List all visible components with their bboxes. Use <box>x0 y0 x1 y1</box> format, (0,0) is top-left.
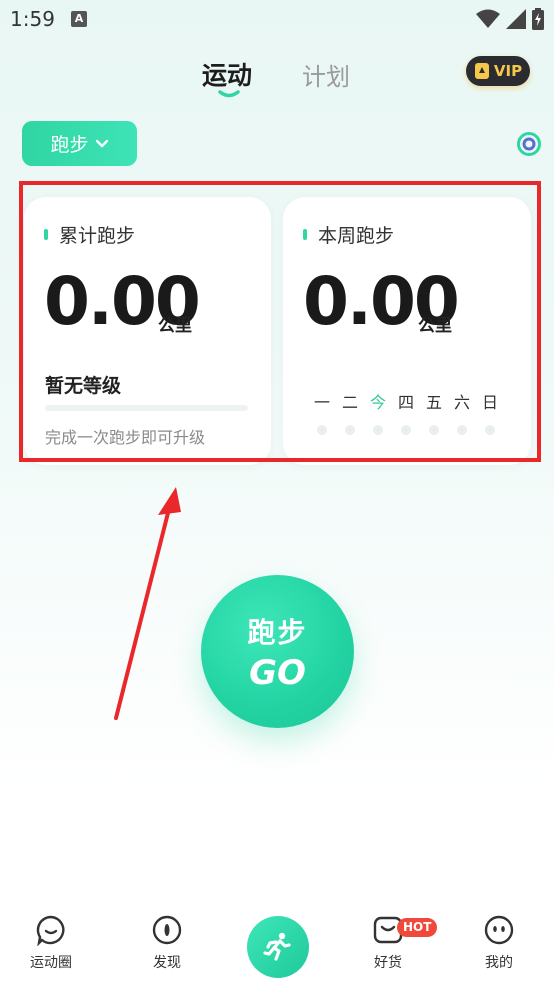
chat-bubble-icon <box>36 915 65 946</box>
sport-type-label: 跑步 <box>50 134 89 156</box>
notification-app-icon: A <box>71 11 87 27</box>
nav-item-sport-circle[interactable]: 运动圈 <box>30 914 72 972</box>
hot-badge: HOT <box>397 918 438 937</box>
highlight-frame <box>19 181 541 462</box>
status-icons <box>476 8 544 30</box>
status-bar: 1:59 A <box>0 0 554 40</box>
go-button-line1: 跑步 <box>247 615 308 649</box>
compass-icon <box>152 915 182 945</box>
signal-icon <box>506 9 526 29</box>
start-run-button[interactable]: 跑步 GO <box>201 575 354 728</box>
wifi-icon <box>476 9 500 28</box>
nav-label: 我的 <box>485 955 513 971</box>
battery-icon <box>532 8 544 30</box>
vip-crown-icon <box>474 63 489 79</box>
vip-button[interactable]: VIP <box>466 56 530 86</box>
nav-label: 运动圈 <box>30 955 72 971</box>
nav-label: 发现 <box>153 955 181 971</box>
tab-active-indicator <box>218 90 240 98</box>
runner-icon <box>263 932 291 961</box>
tab-sport[interactable]: 运动 <box>202 56 252 92</box>
target-ring-icon[interactable] <box>516 131 542 157</box>
status-time: 1:59 <box>10 7 55 31</box>
nav-item-discover[interactable]: 发现 <box>151 914 183 972</box>
sport-type-dropdown[interactable]: 跑步 <box>22 121 137 166</box>
go-button-line2: GO <box>249 652 306 693</box>
tab-plan[interactable]: 计划 <box>302 57 350 92</box>
profile-face-icon <box>484 915 514 945</box>
nav-label: 好货 <box>374 955 402 971</box>
chevron-down-icon <box>95 139 108 147</box>
bottom-nav: 运动圈 发现 好货 HOT 我的 <box>0 900 554 984</box>
nav-item-mine[interactable]: 我的 <box>483 914 515 972</box>
nav-item-run[interactable] <box>247 916 309 978</box>
vip-label: VIP <box>493 62 523 80</box>
